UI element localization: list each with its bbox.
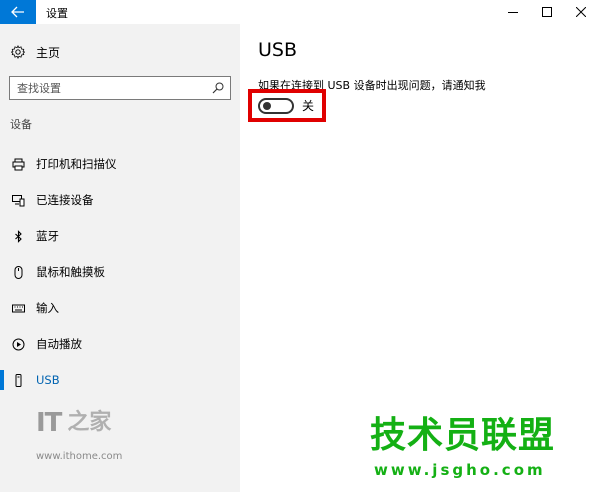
home-label: 主页: [36, 45, 61, 60]
search-box[interactable]: [9, 76, 231, 100]
maximize-icon: [542, 7, 552, 17]
sidebar-item-label: 自动播放: [36, 337, 82, 351]
sidebar-item-label: 蓝牙: [36, 229, 59, 243]
connected-devices-icon: [10, 192, 26, 208]
ithome-url: www.ithome.com: [36, 451, 123, 462]
sidebar-nav: 打印机和扫描仪 已连接设备 蓝牙 鼠标和触摸板 输入 自动播放 USB: [0, 146, 240, 398]
jsgho-url: www.jsgho.com: [374, 461, 546, 479]
close-icon: [576, 7, 586, 17]
mouse-icon: [10, 264, 26, 280]
maximize-button[interactable]: [530, 0, 564, 24]
back-arrow-icon: [11, 6, 24, 18]
bluetooth-icon: [10, 228, 26, 244]
minimize-button[interactable]: [496, 0, 530, 24]
back-button[interactable]: [0, 0, 36, 24]
sidebar-item-connected-devices[interactable]: 已连接设备: [0, 182, 240, 218]
autoplay-icon: [10, 336, 26, 352]
printer-icon: [10, 156, 26, 172]
sidebar-item-printers[interactable]: 打印机和扫描仪: [0, 146, 240, 182]
usb-notify-toggle[interactable]: [258, 97, 294, 114]
sidebar-item-label: 已连接设备: [36, 193, 94, 207]
section-heading: 设备: [10, 118, 32, 131]
gear-icon: [10, 44, 26, 60]
close-button[interactable]: [564, 0, 598, 24]
sidebar-item-mouse[interactable]: 鼠标和触摸板: [0, 254, 240, 290]
jsgho-brand-logo: 技术员联盟: [370, 415, 556, 456]
search-input[interactable]: [10, 81, 200, 95]
page-title: USB: [258, 39, 298, 61]
ithome-logo-text: IT: [36, 408, 62, 438]
sidebar-item-usb[interactable]: USB: [0, 362, 240, 398]
window-title: 设置: [46, 7, 68, 20]
sidebar-item-label: USB: [36, 373, 60, 387]
sidebar-item-label: 输入: [36, 301, 59, 315]
sidebar-item-bluetooth[interactable]: 蓝牙: [0, 218, 240, 254]
sidebar-item-label: 鼠标和触摸板: [36, 265, 105, 279]
home-nav-item[interactable]: 主页: [10, 42, 60, 62]
ithome-logo-glyph: 之家: [67, 410, 112, 435]
usb-notify-toggle-row[interactable]: 关: [258, 97, 314, 114]
ithome-logo: IT 之家: [36, 410, 111, 436]
minimize-icon: [508, 12, 518, 13]
sidebar-item-input[interactable]: 输入: [0, 290, 240, 326]
title-bar: 设置: [0, 0, 600, 24]
sidebar-item-label: 打印机和扫描仪: [36, 157, 117, 171]
usb-icon: [10, 372, 26, 388]
sidebar-item-autoplay[interactable]: 自动播放: [0, 326, 240, 362]
keyboard-icon: [10, 300, 26, 316]
search-icon[interactable]: [212, 82, 224, 94]
toggle-knob: [263, 101, 271, 110]
toggle-state-label: 关: [302, 99, 315, 113]
